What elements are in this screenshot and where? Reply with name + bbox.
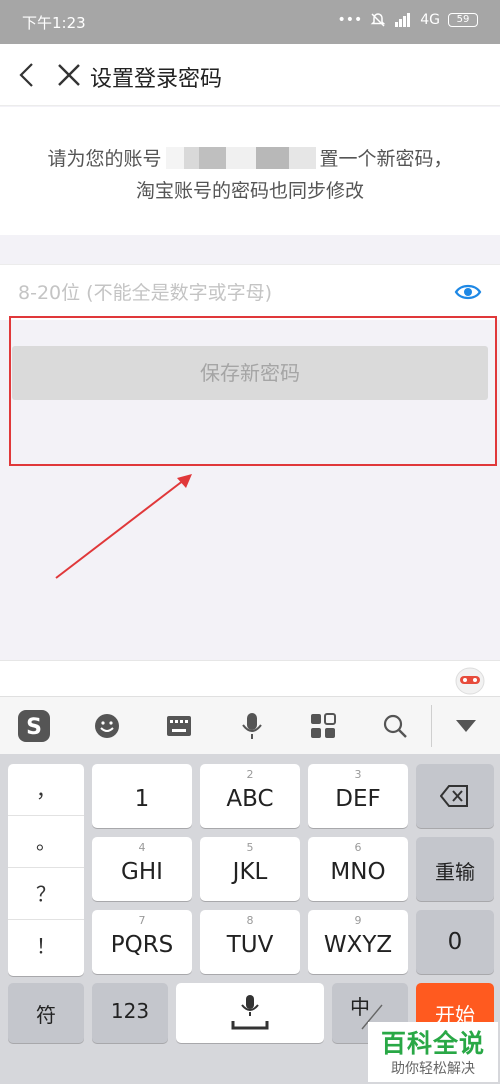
punct-period-key[interactable]: 。 <box>8 816 84 868</box>
keyboard-suggestion-strip <box>0 660 500 696</box>
collapse-keyboard-icon[interactable] <box>448 709 484 743</box>
keyboard-toolbar: S <box>0 696 500 754</box>
info-line-2: 淘宝账号的密码也同步修改 <box>135 180 364 202</box>
key-ghi[interactable]: 4 GHI <box>92 837 192 901</box>
search-icon[interactable] <box>377 709 413 743</box>
info-section: 请为您的账号 置一个新密码， 淘宝账号的密码也同步修改 <box>0 107 500 235</box>
punct-question-key[interactable]: ？ <box>8 868 84 920</box>
punct-comma-key[interactable]: ， <box>8 764 84 816</box>
numbers-key[interactable]: 123 <box>92 983 168 1043</box>
key-pqrs[interactable]: 7 PQRS <box>92 910 192 974</box>
key-mno[interactable]: 6 MNO <box>308 837 408 901</box>
status-icons: ••• 4G 59 <box>337 12 478 28</box>
key-def[interactable]: 3 DEF <box>308 764 408 828</box>
space-mic-icon <box>231 995 269 1030</box>
header: 设置登录密码 <box>0 44 500 106</box>
battery-icon: 59 <box>448 13 478 27</box>
punct-exclaim-key[interactable]: ！ <box>8 920 84 972</box>
notifications-off-icon <box>370 13 386 27</box>
mascot-icon[interactable] <box>454 665 486 695</box>
status-time: 下午1:23 <box>22 14 86 32</box>
key-zero[interactable]: 0 <box>416 910 494 974</box>
symbol-key[interactable]: 符 <box>8 983 84 1043</box>
toolbar-divider <box>431 705 432 747</box>
reenter-key[interactable]: 重输 <box>416 837 494 901</box>
info-text-after: 置一个新密码， <box>319 148 453 170</box>
highlight-box <box>9 316 497 466</box>
back-arrow-icon[interactable] <box>16 62 40 88</box>
info-text-before: 请为您的账号 <box>47 148 162 170</box>
space-key[interactable] <box>176 983 324 1043</box>
info-line-1: 请为您的账号 置一个新密码， <box>0 144 500 171</box>
key-tuv[interactable]: 8 TUV <box>200 910 300 974</box>
key-abc[interactable]: 2 ABC <box>200 764 300 828</box>
keyboard-layout-icon[interactable] <box>161 709 197 743</box>
key-wxyz[interactable]: 9 WXYZ <box>308 910 408 974</box>
key-1[interactable]: 1 <box>92 764 192 828</box>
more-dots-icon: ••• <box>337 12 363 28</box>
backspace-icon <box>440 785 468 807</box>
eye-icon[interactable] <box>454 281 482 303</box>
apps-grid-icon[interactable] <box>305 709 341 743</box>
microphone-icon[interactable] <box>234 709 270 743</box>
signal-icon <box>395 13 411 27</box>
watermark-title: 百科全说 <box>380 1029 485 1058</box>
svg-text:S: S <box>26 715 42 740</box>
punctuation-column[interactable]: ， 。 ？ ！ <box>8 764 84 976</box>
network-type: 4G <box>420 12 440 28</box>
watermark-logo: 百科全说 助你轻松解决 <box>368 1022 498 1082</box>
emoji-icon[interactable] <box>89 709 125 743</box>
sogou-logo-icon[interactable]: S <box>16 709 52 743</box>
close-icon[interactable] <box>56 62 82 88</box>
watermark-subtitle: 助你轻松解决 <box>391 1061 475 1077</box>
password-input[interactable] <box>18 275 438 311</box>
backspace-key[interactable] <box>416 764 494 828</box>
key-jkl[interactable]: 5 JKL <box>200 837 300 901</box>
password-row <box>0 264 500 320</box>
page-title: 设置登录密码 <box>90 67 223 92</box>
redacted-account <box>165 147 316 169</box>
status-bar: 下午1:23 ••• 4G 59 <box>0 0 500 44</box>
